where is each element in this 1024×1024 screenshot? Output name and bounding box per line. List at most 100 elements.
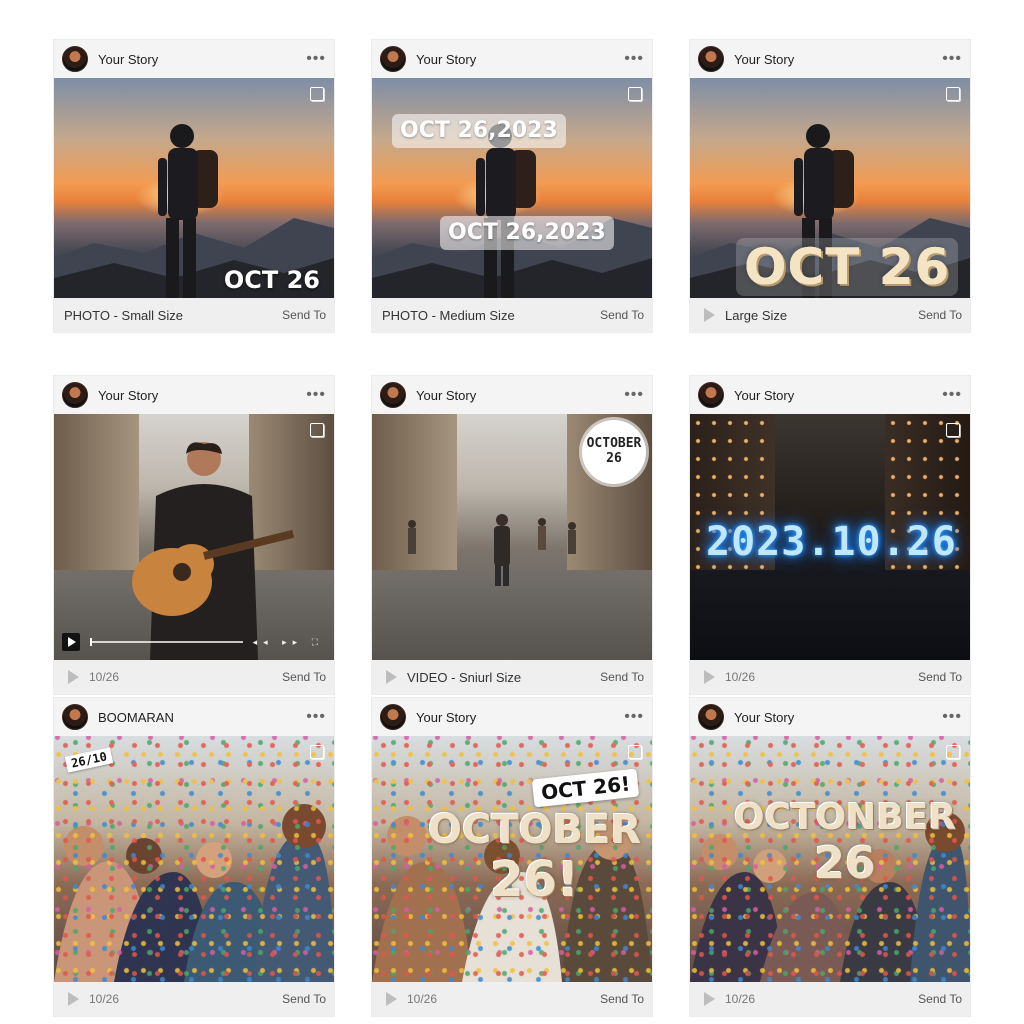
card-footer: VIDEO - Sniurl Size Send To: [372, 660, 652, 694]
card-header: Your Story •••: [54, 40, 334, 78]
author-name: Your Story: [734, 709, 795, 725]
gallery-icon[interactable]: [310, 423, 324, 437]
video[interactable]: 2023.10.26: [690, 414, 970, 660]
video-progress-bar[interactable]: [90, 638, 243, 646]
gallery-icon[interactable]: [946, 745, 960, 759]
send-to-button[interactable]: Send To: [600, 670, 644, 684]
story-card-2[interactable]: Your Story ••• OCT 26,2023 OCT 26,2023 P…: [372, 40, 652, 332]
story-card-9[interactable]: Your Story ••• OCTONBER 26 10/26 Send To: [690, 698, 970, 1016]
play-icon[interactable]: [68, 992, 79, 1006]
date-overlay[interactable]: OCT 26,2023: [440, 216, 614, 250]
date-label: 10/26: [725, 670, 756, 684]
author-name: Your Story: [734, 387, 795, 403]
date-label: 10/26: [407, 992, 438, 1006]
gallery-icon[interactable]: [946, 423, 960, 437]
photo[interactable]: OCT 26: [690, 78, 970, 298]
avatar[interactable]: [380, 46, 406, 72]
gallery-icon[interactable]: [946, 87, 960, 101]
send-to-button[interactable]: Send To: [282, 670, 326, 684]
gallery-icon[interactable]: [628, 87, 642, 101]
date-label: 10/26: [89, 670, 120, 684]
date-overlay-line2: 26: [814, 838, 876, 889]
author-name: Your Story: [416, 51, 477, 67]
author-name: Your Story: [734, 51, 795, 67]
more-options-icon[interactable]: •••: [942, 387, 962, 403]
play-icon[interactable]: [386, 670, 397, 684]
video-play-button[interactable]: [62, 633, 80, 651]
play-icon[interactable]: [68, 670, 79, 684]
more-options-icon[interactable]: •••: [306, 387, 326, 403]
send-to-button[interactable]: Send To: [918, 308, 962, 322]
author-name: Your Story: [98, 51, 159, 67]
play-icon[interactable]: [386, 992, 397, 1006]
play-icon[interactable]: [704, 992, 715, 1006]
gallery-icon[interactable]: [310, 87, 324, 101]
more-options-icon[interactable]: •••: [624, 51, 644, 67]
date-overlay-line1: OCTOBER: [586, 436, 642, 452]
date-overlay-top[interactable]: OCT 26,2023: [392, 114, 566, 148]
story-card-4[interactable]: Your Story ••• ◂◂ ▸▸ ⛶ 10/26 Send To: [54, 376, 334, 694]
card-header: Your Story •••: [690, 698, 970, 736]
play-icon[interactable]: [704, 308, 715, 322]
send-to-button[interactable]: Send To: [918, 670, 962, 684]
format-label: PHOTO - Small Size: [64, 307, 183, 323]
card-footer: 10/26 Send To: [690, 660, 970, 694]
date-overlay[interactable]: OCT 26: [736, 238, 959, 296]
format-label: VIDEO - Sniurl Size: [407, 669, 522, 685]
send-to-button[interactable]: Send To: [282, 992, 326, 1006]
format-label: PHOTO - Medium Size: [382, 307, 515, 323]
more-options-icon[interactable]: •••: [306, 709, 326, 725]
boomerang[interactable]: OCT 26! OCTOBER 26!: [372, 736, 652, 982]
card-header: Your Story •••: [372, 698, 652, 736]
send-to-button[interactable]: Send To: [600, 992, 644, 1006]
avatar[interactable]: [62, 46, 88, 72]
boomerang[interactable]: 26/10: [54, 736, 334, 982]
avatar[interactable]: [698, 382, 724, 408]
video[interactable]: ◂◂ ▸▸ ⛶: [54, 414, 334, 660]
date-overlay[interactable]: 2023.10.26: [706, 522, 957, 562]
gallery-icon[interactable]: [628, 745, 642, 759]
video-controls: ◂◂ ▸▸ ⛶: [62, 632, 324, 652]
avatar[interactable]: [62, 704, 88, 730]
gallery-icon[interactable]: [310, 745, 324, 759]
date-overlay-badge[interactable]: OCTOBER 26: [582, 420, 646, 484]
date-label: 10/26: [89, 992, 120, 1006]
card-footer: 10/26 Send To: [372, 982, 652, 1016]
photo[interactable]: OCT 26,2023 OCT 26,2023: [372, 78, 652, 298]
confetti: [54, 736, 334, 982]
more-options-icon[interactable]: •••: [306, 51, 326, 67]
avatar[interactable]: [62, 382, 88, 408]
more-options-icon[interactable]: •••: [624, 709, 644, 725]
more-options-icon[interactable]: •••: [942, 51, 962, 67]
story-card-8[interactable]: Your Story ••• OCT 26! OCTOBER 26! 10/26…: [372, 698, 652, 1016]
story-card-1[interactable]: Your Story ••• OCT 26 PHOTO - Small Size…: [54, 40, 334, 332]
avatar[interactable]: [380, 704, 406, 730]
card-header: Your Story •••: [372, 40, 652, 78]
date-overlay-glitter[interactable]: OCTOBER 26!: [428, 810, 641, 904]
more-options-icon[interactable]: •••: [942, 709, 962, 725]
date-overlay-line2: 26: [606, 451, 622, 466]
story-card-5[interactable]: Your Story ••• OCTOBER 26 VIDEO - Sniurl …: [372, 376, 652, 694]
card-header: Your Story •••: [54, 376, 334, 414]
play-icon[interactable]: [704, 670, 715, 684]
date-overlay-glitter[interactable]: OCTONBER 26: [734, 800, 956, 886]
card-footer: PHOTO - Small Size Send To: [54, 298, 334, 332]
card-header: Your Story •••: [690, 376, 970, 414]
story-card-7[interactable]: BOOMARAN ••• 26/10 10/26 Send To: [54, 698, 334, 1016]
date-overlay[interactable]: OCT 26: [224, 268, 320, 292]
video[interactable]: OCTOBER 26: [372, 414, 652, 660]
photo[interactable]: OCT 26: [54, 78, 334, 298]
avatar[interactable]: [698, 46, 724, 72]
send-to-button[interactable]: Send To: [282, 308, 326, 322]
story-card-3[interactable]: Your Story ••• OCT 26 Large Size Send To: [690, 40, 970, 332]
card-footer: 10/26 Send To: [690, 982, 970, 1016]
avatar[interactable]: [698, 704, 724, 730]
story-card-6[interactable]: Your Story ••• 2023.10.26 10/26 Send To: [690, 376, 970, 694]
send-to-button[interactable]: Send To: [918, 992, 962, 1006]
more-options-icon[interactable]: •••: [624, 387, 644, 403]
boomerang[interactable]: OCTONBER 26: [690, 736, 970, 982]
video-settings-icons[interactable]: ◂◂ ▸▸ ⛶: [253, 637, 324, 648]
avatar[interactable]: [380, 382, 406, 408]
send-to-button[interactable]: Send To: [600, 308, 644, 322]
author-name: Your Story: [416, 709, 477, 725]
